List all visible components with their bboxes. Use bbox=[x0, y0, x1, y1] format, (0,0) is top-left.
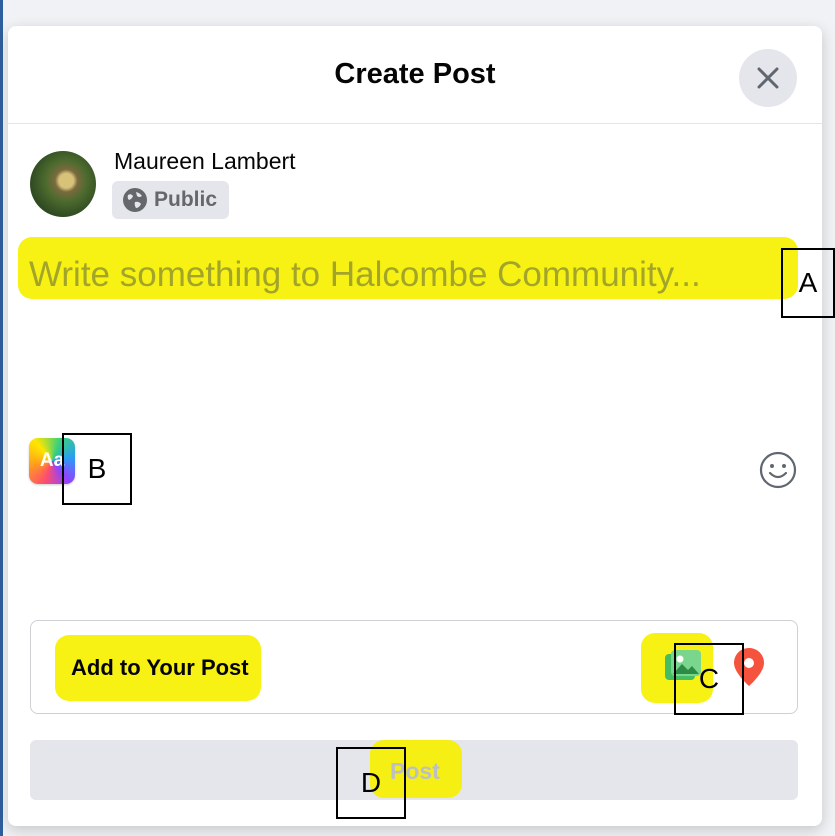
audience-label: Public bbox=[154, 188, 218, 211]
annotation-text: D bbox=[360, 767, 382, 798]
annotation-text: B bbox=[87, 453, 107, 484]
add-to-post-label: Add to Your Post bbox=[71, 655, 249, 680]
text-style-label: Aa bbox=[39, 450, 65, 471]
annotation-text: C bbox=[698, 663, 720, 694]
globe-icon bbox=[123, 188, 147, 212]
smiley-icon[interactable] bbox=[758, 450, 798, 490]
dialog-title: Create Post bbox=[334, 58, 496, 90]
audience-selector[interactable]: Public bbox=[112, 181, 230, 219]
annotation-label-a: A bbox=[781, 248, 835, 318]
dialog-header: Create Post bbox=[8, 26, 822, 124]
annotation-label-c: C bbox=[674, 643, 744, 715]
annotation-label-b: B bbox=[62, 433, 132, 505]
close-icon bbox=[757, 67, 779, 89]
user-name: Maureen Lambert bbox=[114, 148, 296, 174]
annotation-label-d: D bbox=[336, 747, 406, 819]
annotation-text: A bbox=[798, 267, 818, 298]
avatar bbox=[30, 151, 96, 217]
composer-placeholder: Write something to Halcombe Community... bbox=[29, 255, 701, 294]
close-button[interactable] bbox=[739, 49, 797, 107]
post-text-input[interactable]: Write something to Halcombe Community... bbox=[24, 246, 804, 304]
post-button[interactable]: Post bbox=[30, 740, 798, 800]
